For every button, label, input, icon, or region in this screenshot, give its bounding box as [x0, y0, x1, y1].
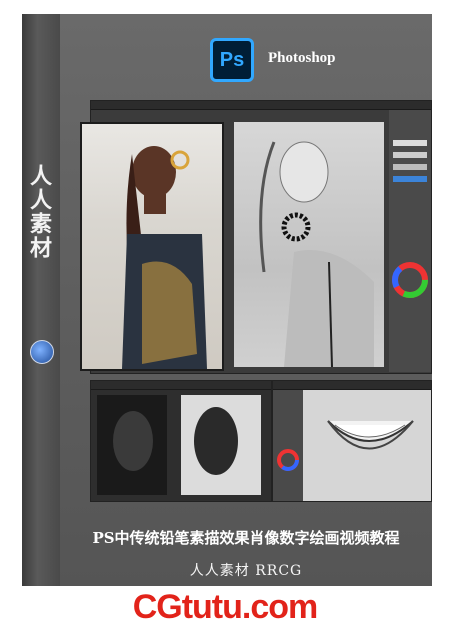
app-toolbar: [91, 101, 431, 110]
app-toolbar-3: [273, 381, 431, 390]
spine-title: 人人素材: [26, 164, 51, 260]
screenshot-bottom-left: [90, 380, 272, 502]
spine-logo-icon: [30, 340, 54, 364]
portrait-figure: [122, 146, 207, 369]
dark-portraits: [97, 395, 261, 495]
pencil-sketch: [234, 122, 384, 367]
sketch-figure: [259, 141, 374, 367]
box-spine: 人人素材: [22, 14, 60, 586]
app-toolbar-2: [91, 381, 271, 390]
screenshot-bottom-right: [272, 380, 432, 502]
photoshop-logo-icon: Ps: [210, 38, 254, 82]
color-wheel-icon: [392, 140, 428, 298]
box-front: Ps Photoshop PS中传统铅笔素描效果肖像数字绘画视频教程 人人素材 …: [60, 14, 432, 586]
side-panel: [273, 390, 303, 501]
footer-brand: CGtutu.com: [132, 588, 319, 626]
course-title: PS中传统铅笔素描效果肖像数字绘画视频教程: [92, 529, 400, 547]
portrait-photo: [80, 122, 224, 371]
color-wheel-icon-2: [277, 449, 299, 471]
app-name: Photoshop: [268, 50, 336, 66]
brand-line: 人人素材 RRCG: [189, 563, 303, 579]
product-box: 人人素材 Ps Photoshop PS中传统铅笔素描效果肖像数字绘画视频教程 …: [22, 14, 432, 586]
layers-panel: [389, 110, 431, 372]
